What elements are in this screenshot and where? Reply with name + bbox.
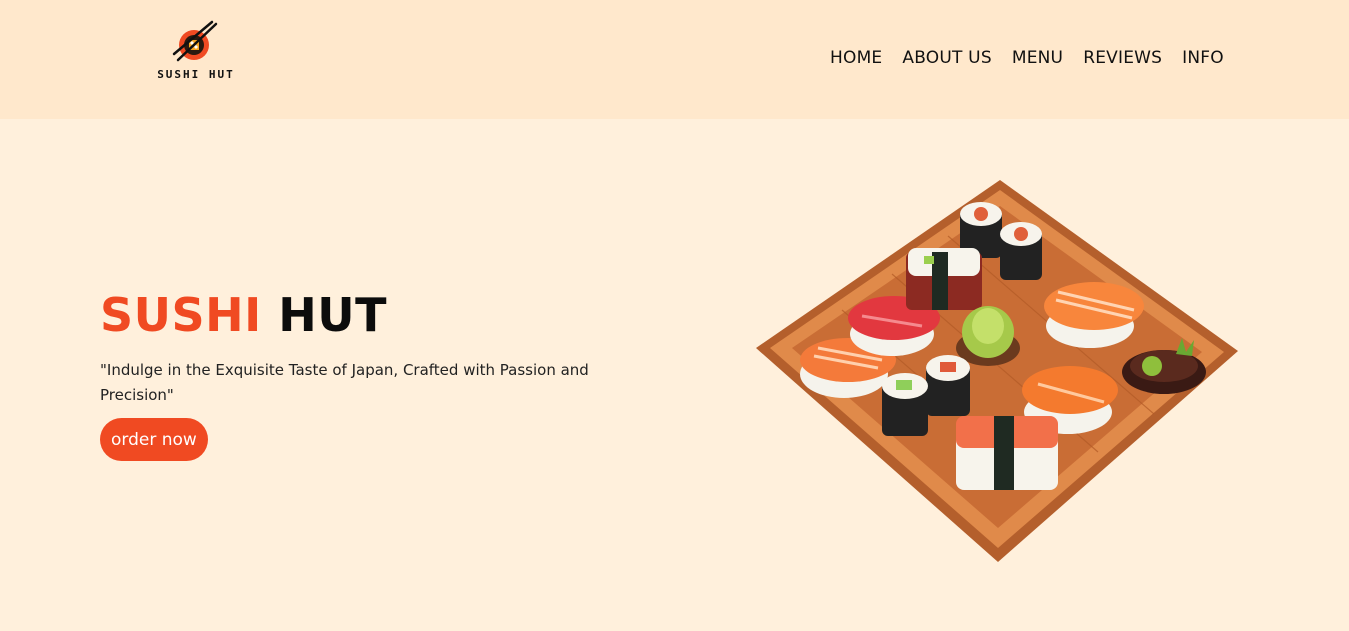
hero-tagline: "Indulge in the Exquisite Taste of Japan… xyxy=(100,361,589,404)
main-nav: HOME ABOUT US MENU REVIEWS INFO xyxy=(830,48,1224,68)
nav-reviews[interactable]: REVIEWS xyxy=(1083,48,1162,68)
sushi-platter-image xyxy=(756,180,1238,562)
logo[interactable]: SUSHI HUT xyxy=(150,20,242,88)
nav-menu[interactable]: MENU xyxy=(1012,48,1063,68)
site-header: SUSHI HUT HOME ABOUT US MENU REVIEWS INF… xyxy=(0,0,1349,119)
nav-home[interactable]: HOME xyxy=(830,48,882,68)
order-now-button[interactable]: order now xyxy=(100,418,208,461)
nav-info[interactable]: INFO xyxy=(1182,48,1224,68)
hero-title: SUSHI HUT xyxy=(100,288,387,342)
hero-title-rest: HUT xyxy=(278,288,387,342)
logo-text: SUSHI HUT xyxy=(157,68,235,81)
hero-title-accent: SUSHI xyxy=(100,288,262,342)
sushi-chopsticks-logo-icon xyxy=(172,20,218,62)
nav-about-us[interactable]: ABOUT US xyxy=(902,48,991,68)
